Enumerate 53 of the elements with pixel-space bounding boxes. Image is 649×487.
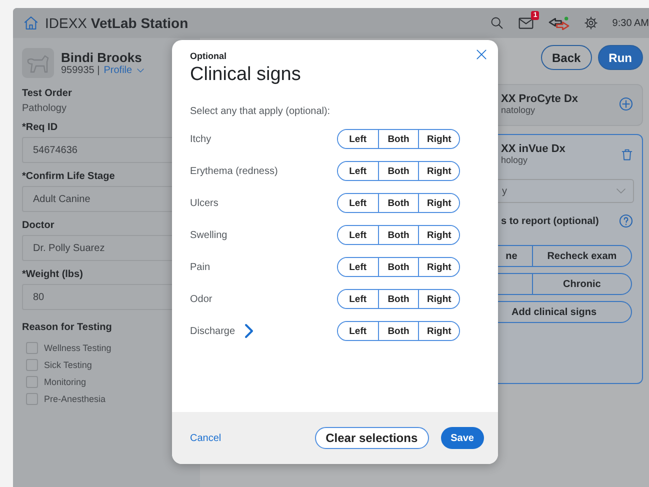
side-option[interactable]: Right [418, 162, 459, 180]
field-label: Test Order [22, 88, 73, 99]
help-icon[interactable] [618, 213, 634, 229]
home-icon[interactable] [23, 15, 39, 31]
checkbox-label: Monitoring [44, 377, 86, 387]
app-title: IDEXX VetLab Station [45, 15, 188, 31]
mail-icon[interactable] [518, 16, 534, 30]
sign-label: Odor [190, 294, 212, 304]
checkbox-label: Pre-Anesthesia [44, 394, 106, 404]
analyzer-type: natology [501, 105, 536, 115]
checkbox-label: Sick Testing [44, 360, 92, 370]
checkbox[interactable] [26, 359, 38, 371]
patient-id: 959935 | [61, 65, 100, 76]
analyzer-type: hology [501, 155, 529, 165]
field-label: *Req ID [22, 122, 59, 133]
side-option[interactable]: Right [418, 194, 459, 212]
field-label: *Weight (lbs) [22, 269, 84, 280]
checkbox-label: Wellness Testing [44, 343, 112, 353]
action-button[interactable]: Back [540, 45, 592, 70]
side-option[interactable]: Right [418, 322, 459, 340]
save-button[interactable]: Save [440, 427, 484, 449]
dialog-title: Clinical signs [190, 64, 302, 86]
checkbox[interactable] [26, 393, 38, 405]
sign-label: Pain [190, 262, 210, 272]
settings-icon[interactable] [584, 16, 598, 30]
dialog-eyebrow: Optional [190, 51, 228, 61]
field-label: Doctor [22, 220, 56, 231]
analyzer-name: XX inVue Dx [501, 143, 566, 155]
report-label: s to report (optional) [501, 216, 599, 226]
checkbox[interactable] [26, 342, 38, 354]
side-option[interactable]: Right [418, 290, 459, 308]
sign-label: Ulcers [190, 198, 218, 208]
close-icon[interactable] [475, 48, 488, 61]
patient-name: Bindi Brooks [61, 50, 143, 65]
search-icon[interactable] [490, 16, 504, 30]
chevron-right-icon[interactable] [244, 323, 254, 339]
action-button[interactable]: Run [598, 45, 643, 70]
sign-label: Discharge [190, 326, 236, 336]
add-icon[interactable] [618, 96, 634, 112]
instruction-text: Select any that apply (optional): [190, 106, 332, 117]
chevron-down-icon[interactable] [136, 66, 146, 75]
side-option[interactable]: Right [418, 226, 459, 244]
clear-selections-button[interactable]: Clear selections [314, 427, 429, 449]
side-option[interactable]: Right [418, 130, 459, 148]
exchange-arrows-icon[interactable] [548, 16, 570, 30]
sign-label: Erythema (redness) [190, 166, 278, 176]
checkbox[interactable] [26, 376, 38, 388]
dog-avatar-icon [22, 48, 54, 78]
clock-time: 9:30 AM [612, 18, 649, 28]
cancel-link[interactable]: Cancel [190, 432, 222, 444]
trash-icon[interactable] [620, 146, 634, 162]
analyzer-name: XX ProCyte Dx [501, 93, 578, 105]
side-option[interactable]: Right [418, 258, 459, 276]
